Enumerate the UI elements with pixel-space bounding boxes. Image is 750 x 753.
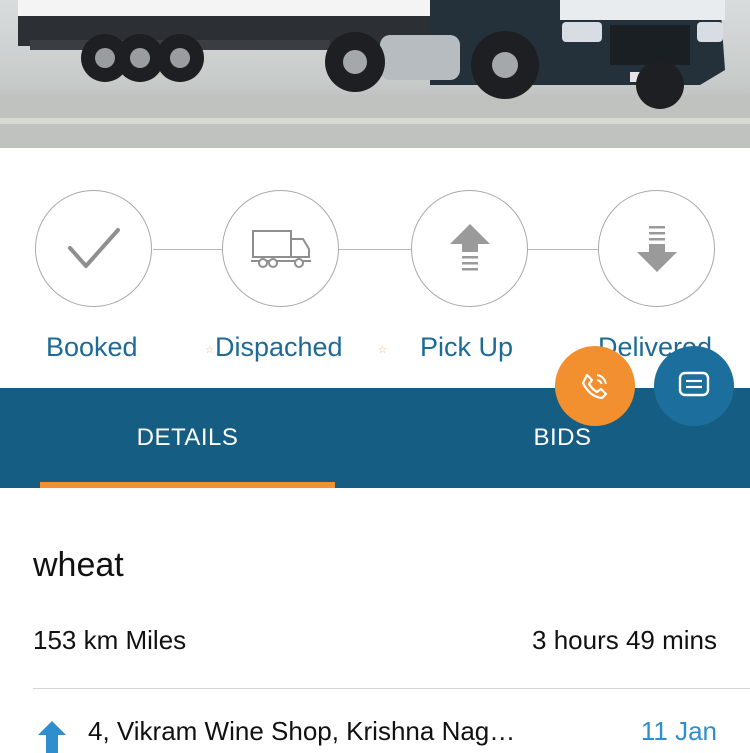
tab-bar: DETAILS BIDS	[0, 388, 750, 488]
phone-signal-icon	[581, 373, 608, 400]
step-dispatched[interactable]	[222, 190, 339, 307]
step-label-dispatched: Dispached	[215, 332, 343, 362]
pickup-arrow-icon	[38, 721, 66, 753]
truck-icon	[250, 229, 311, 268]
step-label-pickup: Pick Up	[420, 332, 514, 362]
stop-date: 11 Jan	[640, 716, 717, 746]
check-icon	[67, 227, 120, 268]
tab-details[interactable]: DETAILS	[0, 388, 375, 488]
duration-value: 3 hours 49 mins	[532, 625, 717, 655]
star-icon: ☆	[205, 345, 214, 356]
chat-button[interactable]	[654, 346, 734, 426]
list-item[interactable]: 4, Vikram Wine Shop, Krishna Nagar, Delh…	[0, 713, 750, 753]
step-pickup[interactable]	[411, 190, 528, 307]
shipment-status-stepper: Booked ☆ Dispached ☆ Pick Up Delivered	[0, 148, 750, 388]
step-booked[interactable]	[35, 190, 152, 307]
stop-address: 4, Vikram Wine Shop, Krishna Nagar, Delh…	[88, 716, 528, 746]
divider	[33, 688, 750, 689]
download-arrow-icon	[636, 225, 677, 272]
commodity-name: wheat	[33, 546, 124, 584]
star-icon: ☆	[378, 345, 387, 356]
upload-arrow-icon	[449, 223, 490, 270]
details-panel: wheat 153 km Miles 3 hours 49 mins 4, Vi…	[0, 488, 750, 753]
call-button[interactable]	[555, 346, 635, 426]
step-connector	[153, 249, 222, 250]
chat-message-icon	[678, 371, 710, 397]
distance-value: 153 km Miles	[33, 625, 187, 655]
step-connector	[339, 249, 411, 250]
truck-illustration	[0, 0, 750, 148]
hero-truck-image	[0, 0, 750, 148]
step-label-booked: Booked	[46, 332, 138, 362]
step-delivered[interactable]	[598, 190, 715, 307]
step-connector	[527, 249, 598, 250]
